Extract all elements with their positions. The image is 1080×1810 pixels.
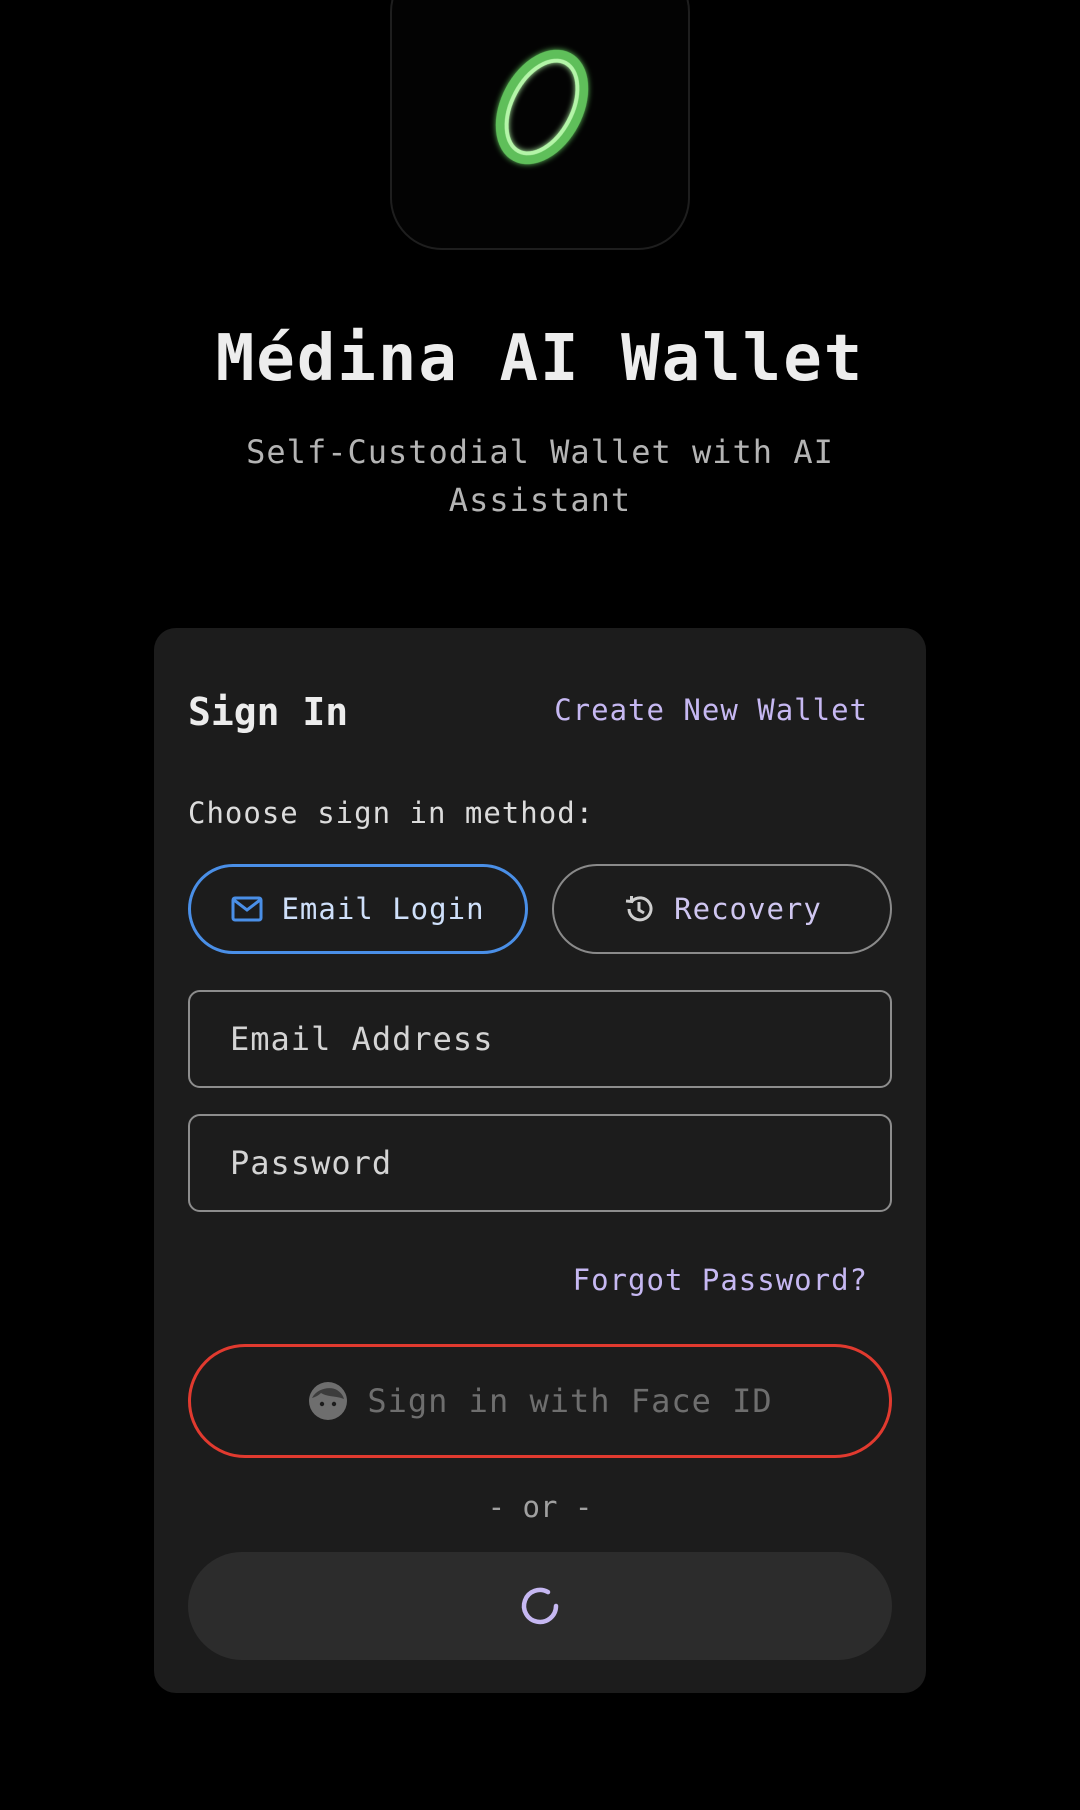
- recovery-label: Recovery: [674, 892, 822, 926]
- sign-in-card: Sign In Create New Wallet Choose sign in…: [154, 628, 926, 1693]
- create-new-wallet-link[interactable]: Create New Wallet: [554, 693, 868, 727]
- or-divider: - or -: [487, 1490, 593, 1524]
- email-login-label: Email Login: [281, 892, 485, 926]
- app-logo: [390, 0, 690, 250]
- password-field[interactable]: [188, 1114, 892, 1212]
- face-icon: [309, 1382, 348, 1420]
- email-field[interactable]: [188, 990, 892, 1088]
- mail-icon: [231, 896, 263, 922]
- face-id-label: Sign in with Face ID: [367, 1382, 773, 1420]
- recovery-button[interactable]: Recovery: [552, 864, 892, 954]
- sign-in-method-label: Choose sign in method:: [188, 796, 595, 830]
- app-title: Médina AI Wallet: [215, 322, 865, 396]
- loading-button[interactable]: [188, 1552, 892, 1660]
- face-id-button[interactable]: Sign in with Face ID: [188, 1344, 892, 1458]
- app-subtitle: Self-Custodial Wallet with AI Assistant: [246, 433, 834, 519]
- history-icon: [626, 896, 653, 922]
- email-login-button[interactable]: Email Login: [188, 864, 528, 954]
- sign-in-heading: Sign In: [188, 690, 349, 734]
- ring-logo-icon: [495, 49, 589, 165]
- loading-spinner-icon: [521, 1587, 559, 1625]
- forgot-password-link[interactable]: Forgot Password?: [573, 1263, 868, 1297]
